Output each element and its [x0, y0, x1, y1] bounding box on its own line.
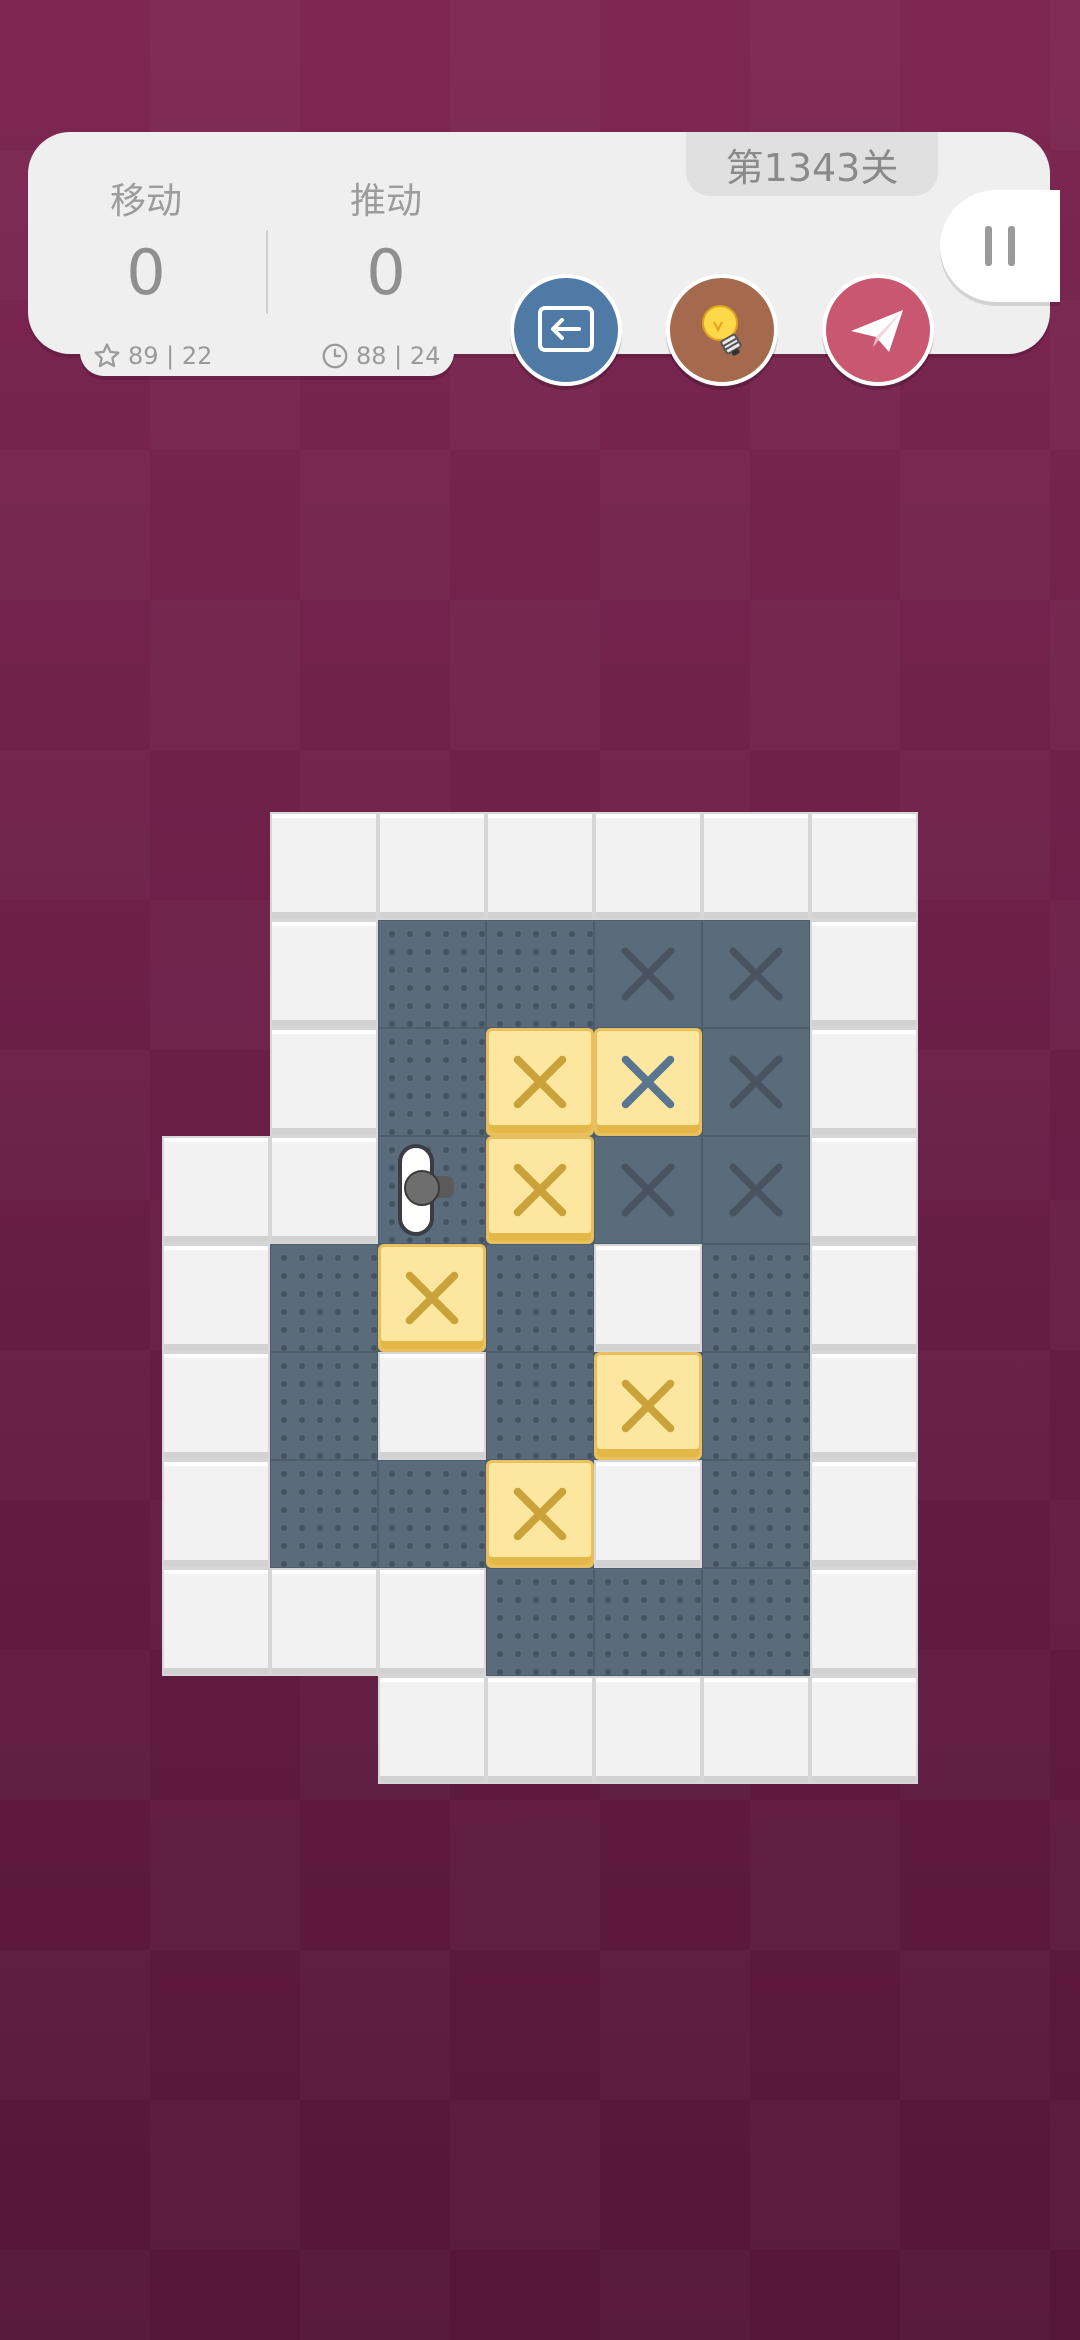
wall-tile: [594, 812, 702, 920]
floor-tile[interactable]: [270, 1244, 378, 1352]
wall-tile: [810, 1676, 918, 1784]
game-board: [0, 0, 1080, 2340]
floor-tile[interactable]: [702, 1352, 810, 1460]
floor-tile[interactable]: [270, 1460, 378, 1568]
box[interactable]: [378, 1244, 486, 1352]
wall-tile: [162, 1136, 270, 1244]
floor-tile[interactable]: [702, 1244, 810, 1352]
target-tile[interactable]: [702, 1028, 810, 1136]
wall-tile: [162, 1568, 270, 1676]
wall-tile: [810, 920, 918, 1028]
wall-tile: [270, 1136, 378, 1244]
floor-tile[interactable]: [486, 1244, 594, 1352]
target-tile[interactable]: [702, 1136, 810, 1244]
wall-tile: [378, 1568, 486, 1676]
box-on-target[interactable]: [594, 1028, 702, 1136]
floor-tile[interactable]: [378, 920, 486, 1028]
box[interactable]: [486, 1028, 594, 1136]
floor-tile[interactable]: [486, 1352, 594, 1460]
wall-tile: [162, 1460, 270, 1568]
wall-tile: [810, 1244, 918, 1352]
wall-tile: [270, 812, 378, 920]
wall-tile: [378, 1352, 486, 1460]
wall-tile: [810, 1352, 918, 1460]
wall-tile: [810, 1028, 918, 1136]
floor-tile[interactable]: [702, 1568, 810, 1676]
player-character[interactable]: [378, 1136, 486, 1244]
floor-tile[interactable]: [378, 1028, 486, 1136]
wall-tile: [486, 1676, 594, 1784]
box[interactable]: [486, 1460, 594, 1568]
floor-tile[interactable]: [270, 1352, 378, 1460]
wall-tile: [810, 812, 918, 920]
floor-tile[interactable]: [378, 1460, 486, 1568]
wall-tile: [702, 812, 810, 920]
floor-tile[interactable]: [486, 1568, 594, 1676]
target-tile[interactable]: [594, 920, 702, 1028]
wall-tile: [594, 1244, 702, 1352]
wall-tile: [810, 1136, 918, 1244]
target-tile[interactable]: [594, 1136, 702, 1244]
floor-tile[interactable]: [702, 1460, 810, 1568]
wall-tile: [486, 812, 594, 920]
floor-tile[interactable]: [594, 1568, 702, 1676]
wall-tile: [378, 812, 486, 920]
wall-tile: [702, 1676, 810, 1784]
wall-tile: [270, 1568, 378, 1676]
wall-tile: [270, 920, 378, 1028]
target-tile[interactable]: [702, 920, 810, 1028]
wall-tile: [162, 1352, 270, 1460]
wall-tile: [810, 1568, 918, 1676]
box[interactable]: [594, 1352, 702, 1460]
box[interactable]: [486, 1136, 594, 1244]
wall-tile: [594, 1460, 702, 1568]
wall-tile: [594, 1676, 702, 1784]
wall-tile: [810, 1460, 918, 1568]
wall-tile: [378, 1676, 486, 1784]
wall-tile: [270, 1028, 378, 1136]
wall-tile: [162, 1244, 270, 1352]
floor-tile[interactable]: [486, 920, 594, 1028]
